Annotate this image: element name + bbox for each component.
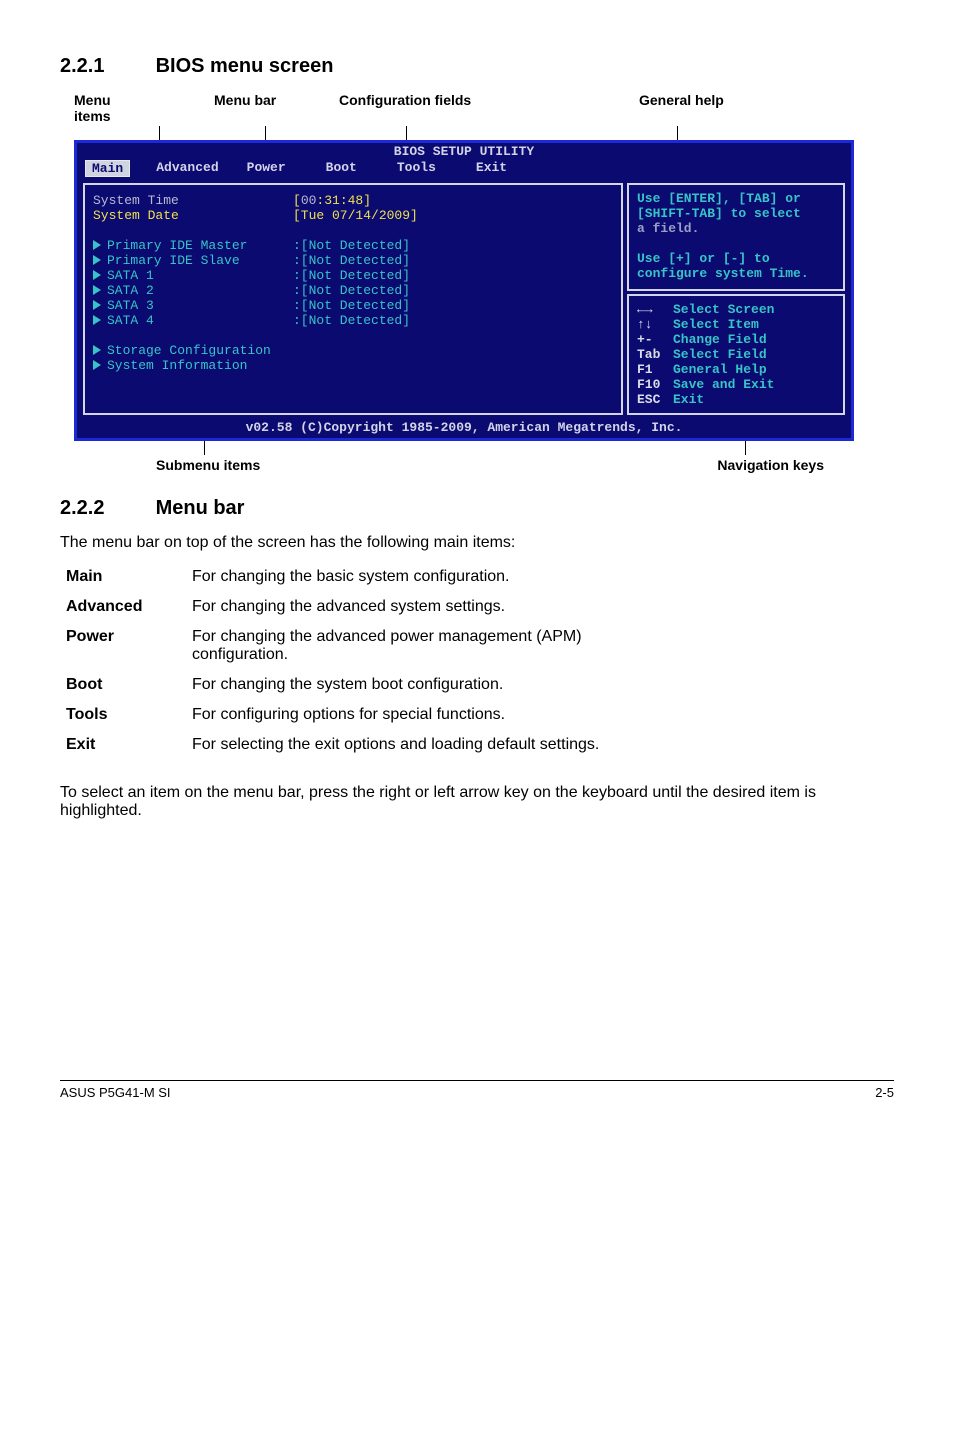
footer-product: ASUS P5G41-M SI — [60, 1085, 171, 1100]
bios-help-panel: Use [ENTER], [TAB] or [SHIFT-TAB] to sel… — [627, 183, 845, 415]
row-system-date[interactable]: System Date [Tue 07/14/2009] — [93, 208, 613, 223]
diagram-top-labels: Menu items Menu bar Configuration fields… — [74, 92, 894, 124]
def-row-power: PowerFor changing the advanced power man… — [64, 622, 666, 670]
label-menu-bar: Menu bar — [214, 92, 284, 124]
label-menu-items: Menu items — [74, 92, 129, 124]
bios-menubar: Main Advanced Power Boot Tools Exit — [77, 160, 851, 179]
page-footer: ASUS P5G41-M SI 2-5 — [60, 1080, 894, 1100]
bios-main-panel: System Time [00:31:48] System Date [Tue … — [83, 183, 623, 415]
def-row-advanced: AdvancedFor changing the advanced system… — [64, 592, 666, 622]
menu-bar-definitions: MainFor changing the basic system config… — [64, 562, 666, 760]
triangle-icon — [93, 255, 101, 265]
label-system-time: System Time — [93, 193, 293, 208]
diagram-top-ticks — [74, 126, 894, 140]
value-system-date: [Tue 07/14/2009] — [293, 208, 613, 223]
tab-advanced[interactable]: Advanced — [148, 160, 226, 177]
def-row-tools: ToolsFor configuring options for special… — [64, 700, 666, 730]
label-system-date: System Date — [93, 208, 293, 223]
tab-tools[interactable]: Tools — [389, 160, 444, 177]
diagram-bottom-labels: Submenu items Navigation keys — [74, 457, 894, 473]
label-submenu-items: Submenu items — [156, 457, 260, 473]
triangle-icon — [93, 345, 101, 355]
label-config-fields: Configuration fields — [339, 92, 499, 124]
section-heading-222: 2.2.2 Menu bar — [60, 497, 894, 520]
heading-num: 2.2.2 — [60, 497, 150, 520]
tick-icon — [677, 126, 678, 140]
triangle-icon — [93, 240, 101, 250]
tab-exit[interactable]: Exit — [468, 160, 515, 177]
def-row-exit: ExitFor selecting the exit options and l… — [64, 730, 666, 760]
bios-title: BIOS SETUP UTILITY — [77, 143, 851, 160]
tab-power[interactable]: Power — [239, 160, 294, 177]
section-222-outro: To select an item on the menu bar, press… — [60, 784, 894, 820]
tick-icon — [745, 441, 746, 455]
heading-title: Menu bar — [156, 497, 245, 519]
diagram-bottom-ticks — [74, 441, 894, 455]
nav-keys-box: ←→Select Screen ↑↓Select Item +-Change F… — [627, 294, 845, 415]
bios-body: System Time [00:31:48] System Date [Tue … — [77, 179, 851, 419]
arrows-ud-icon: ↑↓ — [637, 317, 673, 332]
row-system-time[interactable]: System Time [00:31:48] — [93, 193, 613, 208]
bios-footer: v02.58 (C)Copyright 1985-2009, American … — [77, 419, 851, 438]
row-sata1[interactable]: SATA 1:[Not Detected] — [93, 268, 613, 283]
def-row-main: MainFor changing the basic system config… — [64, 562, 666, 592]
arrows-lr-icon: ←→ — [637, 302, 673, 317]
tab-main[interactable]: Main — [85, 160, 130, 177]
row-sata3[interactable]: SATA 3:[Not Detected] — [93, 298, 613, 313]
triangle-icon — [93, 285, 101, 295]
triangle-icon — [93, 270, 101, 280]
label-general-help: General help — [639, 92, 724, 124]
heading-num: 2.2.1 — [60, 55, 150, 78]
heading-title: BIOS menu screen — [156, 55, 334, 77]
footer-page-number: 2-5 — [875, 1085, 894, 1100]
section-222-intro: The menu bar on top of the screen has th… — [60, 534, 894, 552]
row-sata4[interactable]: SATA 4:[Not Detected] — [93, 313, 613, 328]
row-primary-ide-master[interactable]: Primary IDE Master:[Not Detected] — [93, 238, 613, 253]
def-row-boot: BootFor changing the system boot configu… — [64, 670, 666, 700]
section-heading-221: 2.2.1 BIOS menu screen — [60, 55, 894, 78]
row-sata2[interactable]: SATA 2:[Not Detected] — [93, 283, 613, 298]
row-system-info[interactable]: System Information — [93, 358, 613, 373]
bios-screen: BIOS SETUP UTILITY Main Advanced Power B… — [74, 140, 854, 441]
label-nav-keys: Navigation keys — [717, 457, 824, 473]
row-storage-config[interactable]: Storage Configuration — [93, 343, 613, 358]
tab-boot[interactable]: Boot — [318, 160, 365, 177]
general-help-box: Use [ENTER], [TAB] or [SHIFT-TAB] to sel… — [627, 183, 845, 291]
triangle-icon — [93, 315, 101, 325]
triangle-icon — [93, 300, 101, 310]
value-system-time: [00:31:48] — [293, 193, 613, 208]
row-primary-ide-slave[interactable]: Primary IDE Slave:[Not Detected] — [93, 253, 613, 268]
triangle-icon — [93, 360, 101, 370]
